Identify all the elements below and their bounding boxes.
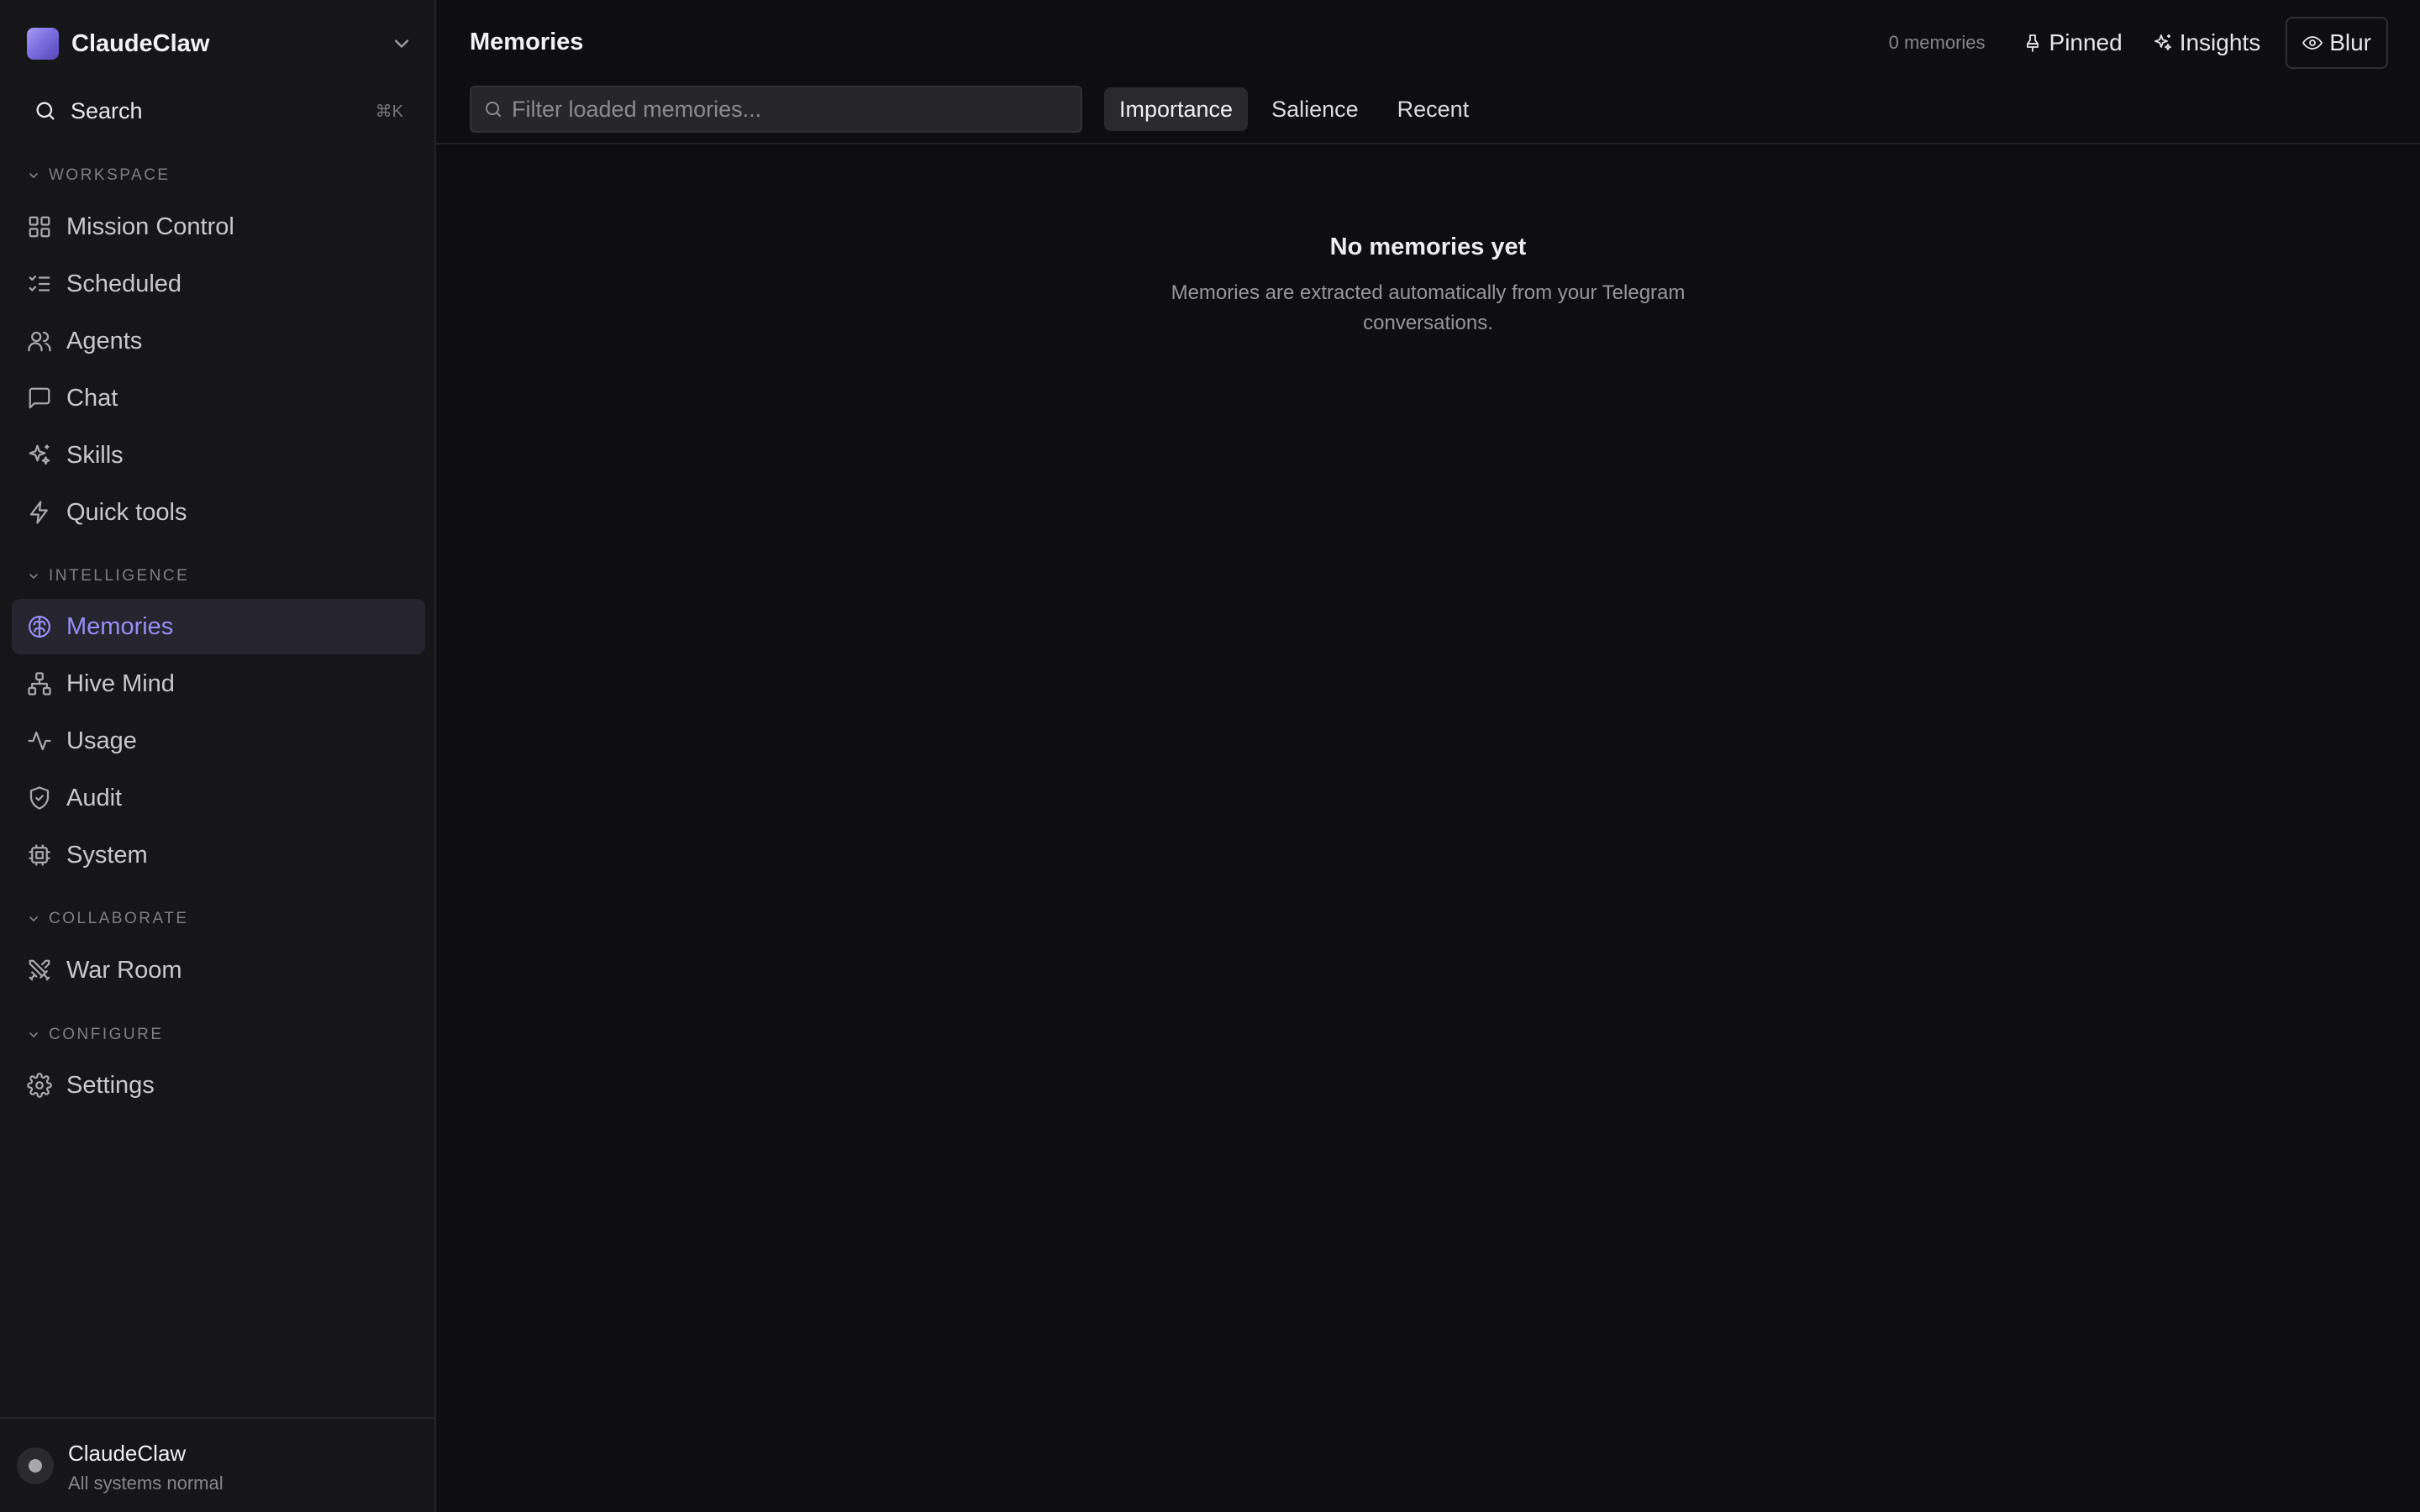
empty-state: No memories yet Memories are extracted a… (436, 234, 2420, 339)
sidebar-item-chat[interactable]: Chat (12, 370, 425, 426)
page-title: Memories (470, 29, 584, 55)
message-square-icon (29, 387, 50, 409)
sidebar-item-skills[interactable]: Skills (12, 428, 425, 483)
sidebar-item-settings[interactable]: Settings (12, 1058, 425, 1113)
pinned-label: Pinned (2049, 29, 2123, 55)
search-shortcut: ⌘K (375, 102, 403, 121)
app-logo (27, 28, 59, 60)
search-icon (36, 102, 55, 120)
eye-icon (2302, 36, 2323, 50)
activity-icon (28, 731, 51, 751)
pinned-button[interactable]: Pinned (2007, 17, 2138, 69)
sidebar-item-label: Scheduled (66, 270, 182, 297)
sidebar: ClaudeClaw Search ⌘K WORKSPACE Mission C… (0, 0, 436, 1512)
footer-app-name: ClaudeClaw (68, 1441, 187, 1466)
sidebar-item-label: Memories (66, 612, 174, 640)
sidebar-item-label: Quick tools (66, 498, 187, 526)
empty-state-description: Memories are extracted automatically fro… (1171, 281, 1686, 334)
sidebar-item-hive-mind[interactable]: Hive Mind (12, 656, 425, 711)
app-root: ClaudeClaw Search ⌘K WORKSPACE Mission C… (0, 0, 2420, 1512)
sidebar-item-war-room[interactable]: War Room (12, 942, 425, 998)
sidebar-item-system[interactable]: System (12, 827, 425, 883)
zap-icon (29, 501, 48, 524)
avatar (17, 1447, 54, 1484)
status-indicator (29, 1459, 42, 1473)
sidebar-item-label: Hive Mind (66, 669, 175, 697)
sparkles-icon (2154, 34, 2171, 50)
sidebar-item-label: Chat (66, 384, 118, 412)
filter-field[interactable] (470, 86, 1082, 133)
header-actions: 0 memories Pinned Insights Blur (1889, 17, 2388, 69)
page-header: Memories 0 memories Pinned Insights Blur (436, 0, 2420, 144)
app-name: ClaudeClaw (71, 29, 210, 57)
insights-button[interactable]: Insights (2138, 17, 2276, 69)
section-workspace[interactable]: WORKSPACE (27, 165, 171, 186)
chevron-down-icon (29, 173, 38, 178)
shield-check-icon (29, 786, 50, 810)
section-title: WORKSPACE (49, 166, 171, 184)
users-icon (28, 331, 51, 352)
blur-label: Blur (2329, 29, 2371, 55)
sidebar-item-label: War Room (66, 956, 182, 984)
search-icon (486, 102, 501, 117)
sidebar-item-quick-tools[interactable]: Quick tools (12, 485, 425, 540)
sparkles-icon (29, 444, 50, 465)
network-icon (28, 672, 51, 696)
tab-recent[interactable]: Recent (1382, 87, 1485, 131)
sidebar-item-memories[interactable]: Memories (12, 599, 425, 654)
chevron-down-icon (29, 1032, 38, 1037)
section-collaborate[interactable]: COLLABORATE (27, 909, 189, 929)
insights-label: Insights (2179, 29, 2261, 55)
chevron-down-icon (394, 39, 409, 48)
sidebar-item-mission-control[interactable]: Mission Control (12, 199, 425, 255)
filter-input[interactable] (512, 96, 1066, 123)
empty-state-title: No memories yet (1329, 234, 1527, 260)
sidebar-item-label: Settings (66, 1071, 155, 1099)
sidebar-item-label: Agents (66, 327, 143, 354)
sidebar-item-usage[interactable]: Usage (12, 713, 425, 769)
section-title: INTELLIGENCE (49, 567, 190, 585)
swords-icon (29, 959, 50, 981)
sidebar-footer[interactable]: ClaudeClaw All systems normal (0, 1417, 434, 1512)
chevron-down-icon (29, 916, 38, 921)
sidebar-item-scheduled[interactable]: Scheduled (12, 256, 425, 312)
sidebar-item-label: Mission Control (66, 213, 234, 240)
workspace-switcher[interactable]: ClaudeClaw (27, 27, 413, 60)
sort-tabs: Importance Salience Recent (1104, 87, 1492, 131)
sidebar-item-agents[interactable]: Agents (12, 313, 425, 369)
grid-icon (29, 216, 50, 238)
cpu-icon (29, 844, 50, 866)
sidebar-item-label: Skills (66, 441, 124, 469)
search-label: Search (71, 97, 143, 123)
sidebar-item-label: Audit (66, 784, 123, 811)
chevron-down-icon (29, 574, 38, 579)
tab-salience[interactable]: Salience (1256, 87, 1374, 131)
sidebar-item-audit[interactable]: Audit (12, 770, 425, 826)
gear-icon (27, 1073, 52, 1098)
list-checks-icon (29, 276, 50, 291)
main-content: Memories 0 memories Pinned Insights Blur (436, 0, 2420, 1512)
brain-icon (29, 616, 50, 638)
section-title: CONFIGURE (49, 1026, 164, 1043)
section-configure[interactable]: CONFIGURE (27, 1025, 164, 1045)
blur-button[interactable]: Blur (2286, 17, 2388, 69)
section-title: COLLABORATE (49, 910, 189, 927)
memory-count: 0 memories (1888, 32, 1986, 53)
pin-icon (2026, 34, 2039, 52)
system-status: All systems normal (68, 1473, 224, 1494)
sidebar-item-label: System (66, 841, 148, 869)
sidebar-item-label: Usage (66, 727, 137, 754)
search-button[interactable]: Search ⌘K (34, 94, 403, 128)
section-intelligence[interactable]: INTELLIGENCE (27, 566, 189, 586)
tab-importance[interactable]: Importance (1104, 87, 1249, 131)
